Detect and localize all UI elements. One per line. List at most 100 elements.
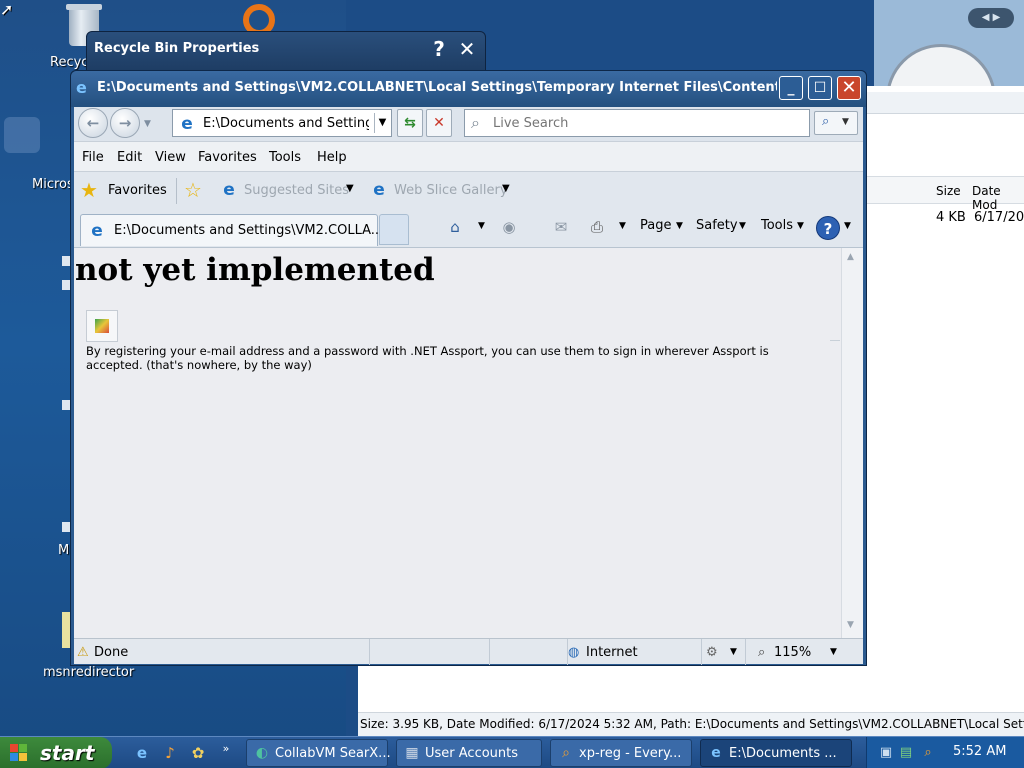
microsoft-icon-label[interactable]: Micros bbox=[32, 177, 74, 192]
zoom-cell[interactable]: ⌕ 115% ▼ bbox=[746, 639, 842, 665]
search-everything-icon: ⌕ bbox=[562, 745, 570, 761]
windows-flag-icon bbox=[10, 744, 28, 762]
taskbar-button-collabvm-searx[interactable]: ◐ CollabVM SearX... bbox=[246, 739, 391, 767]
menu-bar: File Edit View Favorites Tools Help bbox=[74, 141, 863, 171]
rss-feeds-icon[interactable]: ◉ bbox=[498, 216, 520, 238]
desktop-m-label[interactable]: M bbox=[58, 543, 69, 558]
status-empty-cell bbox=[490, 639, 568, 665]
zoom-icon: ⌕ bbox=[758, 645, 766, 660]
zoom-dropdown-icon[interactable]: ▼ bbox=[830, 647, 837, 657]
vertical-scrollbar[interactable]: ▲ ▼ bbox=[841, 248, 863, 638]
search-go-button[interactable]: ⌕ ▼ bbox=[814, 111, 858, 135]
tab-title: E:\Documents and Settings\VM2.COLLA... bbox=[114, 223, 384, 238]
user-accounts-icon: ▦ bbox=[405, 745, 419, 761]
menu-file[interactable]: File bbox=[82, 150, 104, 165]
quicklaunch-media-icon[interactable]: ♪ bbox=[160, 743, 180, 763]
zone-cell[interactable]: ◍ Internet bbox=[568, 639, 702, 665]
web-slice-dropdown-icon[interactable]: ▼ bbox=[502, 183, 510, 194]
protected-mode-dropdown-icon[interactable]: ▼ bbox=[730, 647, 737, 657]
page-menu-button[interactable]: Page bbox=[640, 218, 671, 233]
stop-button[interactable]: ✕ bbox=[426, 109, 452, 137]
msnredirector-icon[interactable] bbox=[62, 612, 70, 648]
back-forward-group: ← → bbox=[78, 108, 142, 138]
forward-button[interactable]: → bbox=[110, 108, 140, 138]
safety-dropdown-icon[interactable]: ▼ bbox=[739, 221, 746, 231]
desktop-shortcut-icon[interactable] bbox=[62, 280, 70, 290]
refresh-button[interactable]: ⇆ bbox=[397, 109, 423, 137]
back-button[interactable]: ← bbox=[78, 108, 108, 138]
help-button[interactable]: ? bbox=[427, 37, 451, 61]
close-button[interactable]: ✕ bbox=[455, 37, 479, 61]
desktop-shortcut-icon[interactable] bbox=[62, 400, 70, 410]
scroll-up-icon[interactable]: ▲ bbox=[847, 252, 854, 262]
help-dropdown-icon[interactable]: ▼ bbox=[844, 221, 851, 231]
tray-app-icon[interactable]: ▤ bbox=[897, 744, 915, 762]
minimize-button[interactable]: _ bbox=[779, 76, 803, 100]
maximize-button[interactable]: ☐ bbox=[808, 76, 832, 100]
clock[interactable]: 5:52 AM bbox=[953, 744, 1006, 759]
quicklaunch-messenger-icon[interactable]: ✿ bbox=[188, 743, 208, 763]
print-icon[interactable]: ⎙ bbox=[586, 216, 608, 238]
web-slice-gallery-link[interactable]: Web Slice Gallery bbox=[394, 183, 508, 198]
protected-mode-cell[interactable]: ⚙ ▼ bbox=[702, 639, 746, 665]
date-column-header[interactable]: Date Mod bbox=[972, 184, 1024, 212]
suggested-sites-icon: e bbox=[223, 180, 235, 200]
home-dropdown-icon[interactable]: ▼ bbox=[478, 221, 485, 231]
help-icon[interactable]: ? bbox=[816, 216, 840, 240]
read-mail-icon[interactable]: ✉ bbox=[550, 216, 572, 238]
size-column-header[interactable]: Size bbox=[936, 184, 961, 198]
msnredirector-label[interactable]: msnredirector bbox=[43, 665, 134, 680]
gadget-nav-arrows[interactable]: ◀ ▶ bbox=[968, 8, 1014, 28]
ie-titlebar[interactable]: e E:\Documents and Settings\VM2.COLLABNE… bbox=[71, 71, 866, 107]
quicklaunch-ie-icon[interactable]: e bbox=[132, 743, 152, 763]
tools-menu-button[interactable]: Tools bbox=[761, 218, 793, 233]
suggested-sites-link[interactable]: Suggested Sites bbox=[244, 183, 349, 198]
search-options-icon[interactable]: ▼ bbox=[842, 117, 849, 127]
recycle-bin-properties-dialog: Recycle Bin Properties ? ✕ bbox=[86, 31, 486, 71]
quicklaunch-overflow-icon[interactable]: » bbox=[216, 739, 236, 759]
favorites-star-icon: ★ bbox=[80, 178, 98, 202]
address-dropdown-button[interactable]: ▼ bbox=[374, 113, 390, 133]
tools-dropdown-icon[interactable]: ▼ bbox=[797, 221, 804, 231]
close-button[interactable]: ✕ bbox=[837, 76, 861, 100]
menu-view[interactable]: View bbox=[155, 150, 186, 165]
suggested-sites-dropdown-icon[interactable]: ▼ bbox=[346, 183, 354, 194]
start-button[interactable]: start bbox=[0, 737, 112, 768]
tray-search-icon[interactable]: ⌕ bbox=[919, 744, 937, 762]
menu-help[interactable]: Help bbox=[317, 150, 347, 165]
favorites-button[interactable]: Favorites bbox=[108, 183, 167, 198]
safety-menu-button[interactable]: Safety bbox=[696, 218, 738, 233]
taskbar-button-user-accounts[interactable]: ▦ User Accounts bbox=[396, 739, 542, 767]
magnifier-icon: ⌕ bbox=[822, 114, 830, 129]
taskbar-button-xp-reg[interactable]: ⌕ xp-reg - Every... bbox=[550, 739, 692, 767]
status-bar: ⚠ Done ◍ Internet ⚙ ▼ ⌕ 115% ▼ bbox=[74, 638, 863, 665]
scroll-down-icon[interactable]: ▼ bbox=[847, 620, 854, 630]
address-input[interactable] bbox=[203, 112, 369, 134]
print-dropdown-icon[interactable]: ▼ bbox=[619, 221, 626, 231]
new-tab-button[interactable] bbox=[379, 214, 409, 245]
menu-edit[interactable]: Edit bbox=[117, 150, 142, 165]
menu-favorites[interactable]: Favorites bbox=[198, 150, 257, 165]
tab-command-bar: e E:\Documents and Settings\VM2.COLLA...… bbox=[74, 209, 863, 247]
desktop-shortcut-icon[interactable] bbox=[62, 256, 70, 266]
page-dropdown-icon[interactable]: ▼ bbox=[676, 221, 683, 231]
search-box: ⌕ bbox=[464, 109, 810, 137]
taskbar-button-ie-documents[interactable]: e E:\Documents ... bbox=[700, 739, 852, 767]
ie-logo-icon: e bbox=[76, 78, 87, 97]
browser-icon: ◐ bbox=[255, 745, 269, 761]
recent-pages-dropdown[interactable]: ▼ bbox=[144, 119, 151, 129]
zone-text: Internet bbox=[586, 645, 638, 660]
status-done-text: Done bbox=[94, 645, 129, 660]
taskbar-button-label: CollabVM SearX... bbox=[275, 746, 391, 761]
taskbar-button-label: User Accounts bbox=[425, 746, 519, 761]
search-input[interactable] bbox=[493, 113, 803, 133]
add-favorite-icon[interactable]: ☆ bbox=[184, 179, 202, 201]
menu-tools[interactable]: Tools bbox=[269, 150, 301, 165]
ie-window-title: E:\Documents and Settings\VM2.COLLABNET\… bbox=[97, 80, 777, 95]
desktop-shortcut-icon[interactable] bbox=[62, 522, 70, 532]
home-icon[interactable]: ⌂ bbox=[444, 216, 466, 238]
web-slice-icon: e bbox=[373, 180, 385, 200]
desktop-tile-icon[interactable] bbox=[4, 117, 40, 153]
tab-current-page[interactable]: e E:\Documents and Settings\VM2.COLLA... bbox=[80, 214, 383, 246]
network-icon[interactable]: ▣ bbox=[877, 744, 895, 762]
